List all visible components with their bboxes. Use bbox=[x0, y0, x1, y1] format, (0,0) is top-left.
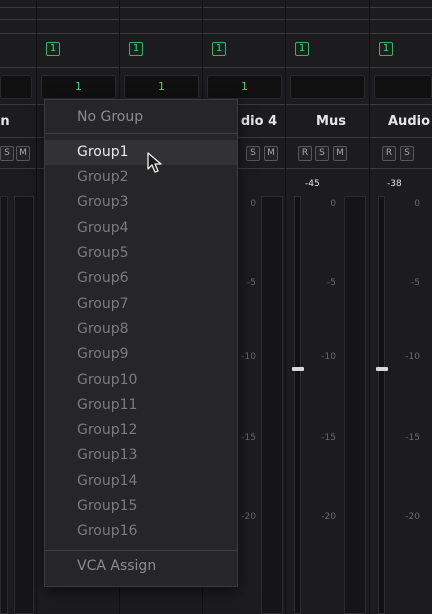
meter-scale-label: -20 bbox=[405, 512, 420, 522]
meter-scale-label: -15 bbox=[405, 433, 420, 443]
link-group-badge[interactable]: 1 bbox=[212, 42, 226, 56]
meter-scale-label: 0 bbox=[330, 199, 336, 209]
meter-scale-label: 0 bbox=[414, 199, 420, 209]
channel-separator bbox=[285, 0, 286, 614]
menu-item-group[interactable]: Group4 bbox=[45, 216, 237, 241]
track-name: Audio bbox=[388, 114, 431, 129]
level-meter bbox=[0, 196, 8, 614]
track-name: n bbox=[0, 114, 10, 129]
menu-item-group[interactable]: Group8 bbox=[45, 317, 237, 342]
top-divider bbox=[0, 19, 432, 20]
mute-button[interactable]: M bbox=[333, 146, 347, 161]
menu-item-group[interactable]: Group12 bbox=[45, 418, 237, 443]
link-group-badge[interactable]: 1 bbox=[129, 42, 143, 56]
top-divider bbox=[0, 67, 432, 68]
track-name: dio 4 bbox=[240, 114, 278, 129]
meter-scale-label: -5 bbox=[411, 278, 420, 288]
menu-item-group[interactable]: Group16 bbox=[45, 519, 237, 544]
link-group-badge[interactable]: 1 bbox=[46, 42, 60, 56]
channel-separator bbox=[36, 0, 37, 614]
record-button[interactable]: R bbox=[382, 146, 396, 161]
track-name: Mus bbox=[316, 114, 346, 129]
meter-scale-label: -20 bbox=[321, 512, 336, 522]
mute-button[interactable]: M bbox=[264, 146, 278, 161]
solo-button[interactable]: S bbox=[400, 146, 414, 161]
level-readout: -38 bbox=[387, 179, 402, 189]
level-readout: -45 bbox=[305, 179, 320, 189]
vca-group-slot[interactable] bbox=[0, 75, 32, 99]
vca-group-slot[interactable]: 1 bbox=[41, 75, 116, 99]
top-divider bbox=[0, 7, 432, 8]
menu-item-group[interactable]: Group10 bbox=[45, 368, 237, 393]
level-meter bbox=[344, 196, 366, 614]
vca-group-slot[interactable] bbox=[290, 75, 365, 99]
solo-button[interactable]: S bbox=[0, 146, 14, 161]
mute-button[interactable]: M bbox=[16, 146, 30, 161]
link-group-badge[interactable]: 1 bbox=[295, 42, 309, 56]
group-assign-menu: No Group Group1 Group2 Group3 Group4 Gro… bbox=[44, 99, 238, 587]
meter-scale-label: -15 bbox=[321, 433, 336, 443]
menu-separator bbox=[45, 133, 237, 134]
meter-scale-label: -10 bbox=[321, 352, 336, 362]
fader-track[interactable] bbox=[294, 196, 301, 614]
vca-group-slot[interactable] bbox=[374, 75, 432, 99]
menu-item-group[interactable]: Group11 bbox=[45, 393, 237, 418]
menu-item-group[interactable]: Group3 bbox=[45, 190, 237, 215]
menu-item-group[interactable]: Group7 bbox=[45, 292, 237, 317]
meter-scale-label: -10 bbox=[405, 352, 420, 362]
fader-handle[interactable] bbox=[376, 367, 388, 371]
link-group-badge[interactable]: 1 bbox=[379, 42, 393, 56]
mouse-pointer-icon bbox=[147, 152, 162, 173]
menu-item-group[interactable]: Group9 bbox=[45, 342, 237, 367]
menu-item-group[interactable]: Group14 bbox=[45, 469, 237, 494]
menu-item-group[interactable]: Group1 bbox=[45, 140, 237, 165]
menu-separator bbox=[45, 550, 237, 551]
menu-item-group[interactable]: Group6 bbox=[45, 266, 237, 291]
menu-item-group[interactable]: Group15 bbox=[45, 494, 237, 519]
menu-item-group[interactable]: Group13 bbox=[45, 443, 237, 468]
meter-scale-label: -5 bbox=[327, 278, 336, 288]
menu-item-no-group[interactable]: No Group bbox=[45, 105, 237, 130]
top-divider bbox=[0, 33, 432, 34]
fader-track[interactable] bbox=[378, 196, 385, 614]
channel-separator bbox=[369, 0, 370, 614]
vca-group-slot[interactable]: 1 bbox=[124, 75, 199, 99]
level-meter bbox=[261, 196, 283, 614]
solo-button[interactable]: S bbox=[246, 146, 260, 161]
menu-item-group[interactable]: Group2 bbox=[45, 165, 237, 190]
level-meter bbox=[14, 196, 34, 614]
fader-handle[interactable] bbox=[292, 367, 304, 371]
menu-item-group[interactable]: Group5 bbox=[45, 241, 237, 266]
menu-item-vca-assign[interactable]: VCA Assign bbox=[45, 554, 237, 579]
record-button[interactable]: R bbox=[298, 146, 312, 161]
solo-button[interactable]: S bbox=[315, 146, 329, 161]
vca-group-slot[interactable]: 1 bbox=[207, 75, 282, 99]
